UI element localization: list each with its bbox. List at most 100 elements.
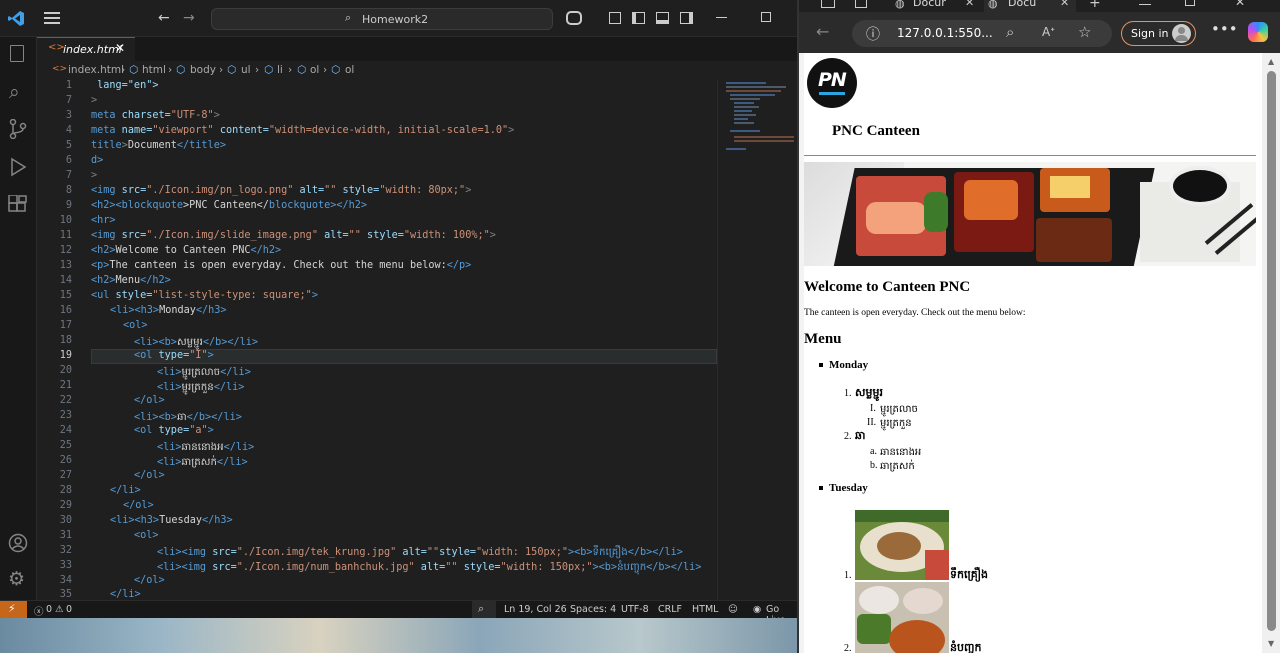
tab-document-1[interactable]: ◍ Docur ✕ <box>895 0 981 12</box>
new-tab-icon[interactable]: + <box>1089 0 1101 11</box>
scroll-up-icon[interactable]: ▲ <box>1268 57 1274 66</box>
copilot-status-icon[interactable]: ☺ <box>728 604 738 615</box>
zoom-icon[interactable]: ⌕ <box>1006 23 1014 41</box>
back-arrow-icon[interactable]: ← <box>158 10 170 26</box>
customize-layout-icon[interactable] <box>609 12 621 24</box>
breadcrumb: <> index.html › ⬡ html › ⬡ body › ⬡ ul ›… <box>52 64 355 76</box>
extensions-icon[interactable] <box>8 195 28 215</box>
broadcast-icon: ◉ <box>753 604 762 615</box>
zoom-indicator[interactable]: ⌕ <box>472 601 496 619</box>
line-number: 13 <box>59 260 72 271</box>
info-icon[interactable]: ⓘ <box>866 24 880 44</box>
line-number: 35 <box>59 589 72 600</box>
copilot-icon[interactable] <box>566 11 582 25</box>
breadcrumb-item[interactable]: index.html <box>68 64 124 76</box>
language-mode[interactable]: HTML <box>692 604 718 615</box>
favorite-star-icon[interactable]: ☆ <box>1078 23 1091 41</box>
list-marker: 1. <box>844 388 852 399</box>
line-number: 7 <box>65 170 72 181</box>
breadcrumb-item[interactable]: body <box>190 64 216 76</box>
sign-in-button[interactable]: Sign in <box>1121 21 1196 46</box>
minimap[interactable] <box>717 80 800 600</box>
accounts-icon[interactable] <box>8 533 28 553</box>
breadcrumb-item[interactable]: ol <box>345 64 354 76</box>
line-number: 26 <box>59 455 72 466</box>
workspaces-icon[interactable] <box>821 0 835 8</box>
code-line-1: lang="en"> <box>91 80 159 91</box>
tab-document-2[interactable]: ◍ Docu ✕ <box>984 0 1076 12</box>
close-tab-icon[interactable]: ✕ <box>1060 0 1069 9</box>
scrollbar-thumb[interactable] <box>1267 71 1276 631</box>
close-tab-icon[interactable]: ✕ <box>115 41 125 55</box>
code-line-14: <h2>Menu</h2> <box>91 275 171 286</box>
line-number: 21 <box>59 380 72 391</box>
page-scrollbar[interactable]: ▲ ▼ <box>1262 53 1280 653</box>
list-item: សម្លម្ជូរ <box>855 387 883 399</box>
more-options-icon[interactable]: ••• <box>1211 20 1238 38</box>
maximize-icon[interactable] <box>761 12 771 22</box>
menu-icon[interactable] <box>44 12 60 24</box>
close-window-icon[interactable]: ✕ <box>1235 0 1245 9</box>
line-number: 11 <box>59 230 72 241</box>
indentation[interactable]: Spaces: 4 <box>570 604 616 615</box>
close-tab-icon[interactable]: ✕ <box>965 0 974 9</box>
tab-actions-icon[interactable] <box>855 0 867 8</box>
copilot-icon[interactable] <box>1248 22 1268 42</box>
browser-window: ◍ Docur ✕ ◍ Docu ✕ + ✕ ← ⓘ 127.0.0.1:550… <box>797 0 1280 653</box>
source-control-icon[interactable] <box>9 119 27 139</box>
tab-label: index.html <box>63 43 122 56</box>
error-count[interactable]: 0 <box>46 604 52 615</box>
line-number: 25 <box>59 440 72 451</box>
element-icon: ⬡ <box>264 64 274 76</box>
remote-indicator[interactable]: ⚡ <box>0 601 27 619</box>
scroll-down-icon[interactable]: ▼ <box>1268 639 1274 648</box>
minimize-icon[interactable] <box>716 17 727 18</box>
editor-tabs: <> index.html ✕ <box>37 37 800 61</box>
horizontal-rule <box>804 155 1256 156</box>
element-icon: ⬡ <box>331 64 341 76</box>
errors-icon[interactable]: ⓧ <box>34 604 44 618</box>
tab-title: Docur <box>913 0 946 9</box>
code-line-23: <li><b>ឆា</b></li> <box>134 412 242 423</box>
encoding[interactable]: UTF-8 <box>621 604 649 615</box>
settings-gear-icon[interactable]: ⚙ <box>8 568 25 590</box>
sign-in-label: Sign in <box>1131 27 1169 40</box>
line-ending[interactable]: CRLF <box>658 604 682 615</box>
breadcrumb-item[interactable]: ol <box>310 64 319 76</box>
code-line-13: <p>The canteen is open everyday. Check o… <box>91 260 472 271</box>
read-aloud-icon[interactable]: Aᐩ <box>1042 25 1055 39</box>
url-text[interactable]: 127.0.0.1:550... <box>897 26 993 40</box>
element-icon: ⬡ <box>297 64 307 76</box>
line-number: 28 <box>59 485 72 496</box>
explorer-icon[interactable] <box>10 45 24 62</box>
code-line-21: <li>ម្ជូរត្រកួន</li> <box>157 382 245 393</box>
maximize-icon[interactable] <box>1185 0 1195 6</box>
code-line-33: <li><img src="./Icon.img/num_banhchuk.jp… <box>157 562 702 573</box>
code-line-35: </li> <box>110 589 141 600</box>
html-file-icon: <> <box>52 64 68 74</box>
code-line-25: <li>ឆាននោងអ</li> <box>157 442 255 453</box>
toggle-secondary-sidebar-icon[interactable] <box>680 12 693 24</box>
search-icon[interactable]: ⌕ <box>9 81 20 103</box>
breadcrumb-item[interactable]: html <box>142 64 166 76</box>
command-center-search[interactable]: ⌕ Homework2 <box>211 8 553 30</box>
cursor-position[interactable]: Ln 19, Col 26 <box>504 604 567 615</box>
run-debug-icon[interactable] <box>9 157 27 177</box>
warning-count[interactable]: 0 <box>66 604 72 615</box>
code-editor[interactable]: 1 7 3 4 5 6 7 8 9 10 11 12 13 14 15 16 17 18 19 20 21 22 23 24 2… <box>37 80 717 600</box>
element-icon: ⬡ <box>129 64 139 76</box>
warning-icon[interactable]: ⚠ <box>55 604 64 615</box>
element-icon: ⬡ <box>227 64 237 76</box>
avatar <box>1172 24 1191 43</box>
list-marker: b. <box>870 460 878 471</box>
forward-arrow-icon[interactable]: → <box>183 10 195 26</box>
tab-index-html[interactable]: <> index.html ✕ <box>37 37 135 61</box>
address-bar[interactable]: ⓘ 127.0.0.1:550... ⌕ Aᐩ ☆ <box>852 20 1112 47</box>
toggle-panel-icon[interactable] <box>656 12 669 24</box>
back-arrow-icon[interactable]: ← <box>816 22 829 41</box>
breadcrumb-item[interactable]: ul <box>241 64 251 76</box>
breadcrumb-item[interactable]: li <box>277 64 283 76</box>
minimize-icon[interactable] <box>1139 4 1151 5</box>
toggle-sidebar-icon[interactable] <box>632 12 645 24</box>
line-number: 19 <box>59 350 72 361</box>
